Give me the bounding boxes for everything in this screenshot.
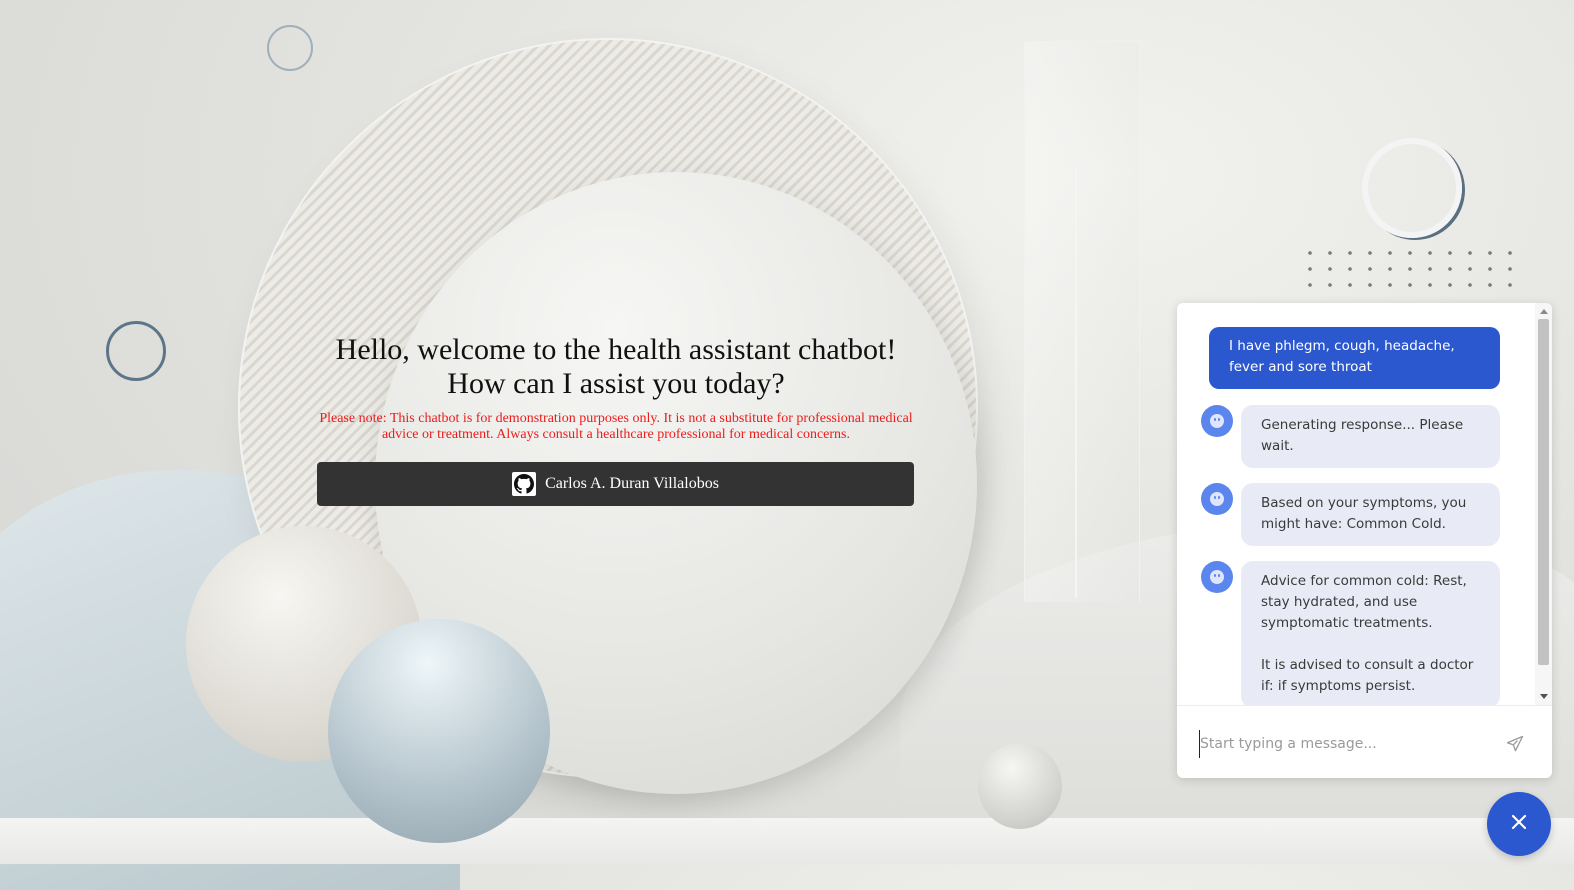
message-input[interactable] — [1199, 730, 1492, 758]
bot-avatar-icon — [1201, 561, 1233, 593]
chat-input-bar — [1177, 705, 1552, 778]
send-icon[interactable] — [1505, 734, 1525, 754]
background-sphere-blue — [328, 619, 550, 843]
page-title-line1: Hello, welcome to the health assistant c… — [335, 333, 897, 366]
background-sphere-cream — [186, 526, 422, 762]
github-icon — [512, 472, 537, 496]
page-title: Hello, welcome to the health assistant c… — [316, 333, 916, 401]
scroll-up-arrow-icon[interactable] — [1540, 309, 1548, 314]
background-ring-left — [106, 321, 166, 381]
chat-message-list[interactable]: I have phlegm, cough, headache, fever an… — [1177, 303, 1535, 705]
background-pillar — [1024, 41, 1140, 602]
background-ring-small — [267, 25, 313, 71]
disclaimer-text: Please note: This chatbot is for demonst… — [319, 411, 913, 442]
author-github-button[interactable]: Carlos A. Duran Villalobos — [317, 462, 914, 506]
background-stick — [1075, 168, 1077, 598]
scroll-down-arrow-icon[interactable] — [1540, 694, 1548, 699]
close-icon — [1510, 813, 1528, 835]
background-sphere-small — [978, 743, 1062, 829]
close-chat-button[interactable] — [1487, 792, 1551, 856]
chat-scrollbar[interactable] — [1535, 303, 1552, 705]
page-title-line2: How can I assist you today? — [447, 367, 785, 400]
bot-message: Advice for common cold: Rest, stay hydra… — [1241, 561, 1500, 705]
user-message: I have phlegm, cough, headache, fever an… — [1209, 327, 1500, 389]
background-dot-grid — [1300, 245, 1515, 290]
welcome-section: Hello, welcome to the health assistant c… — [316, 333, 916, 443]
scrollbar-thumb[interactable] — [1538, 319, 1549, 665]
bot-message: Based on your symptoms, you might have: … — [1241, 483, 1500, 546]
bot-avatar-icon — [1201, 405, 1233, 437]
background-hill-left — [0, 470, 460, 890]
background-floor — [0, 818, 1574, 864]
chat-window: I have phlegm, cough, headache, fever an… — [1177, 303, 1552, 778]
author-button-label: Carlos A. Duran Villalobos — [545, 475, 719, 492]
background-ring-right — [1362, 138, 1462, 238]
bot-message: Generating response... Please wait. — [1241, 405, 1500, 468]
bot-avatar-icon — [1201, 483, 1233, 515]
